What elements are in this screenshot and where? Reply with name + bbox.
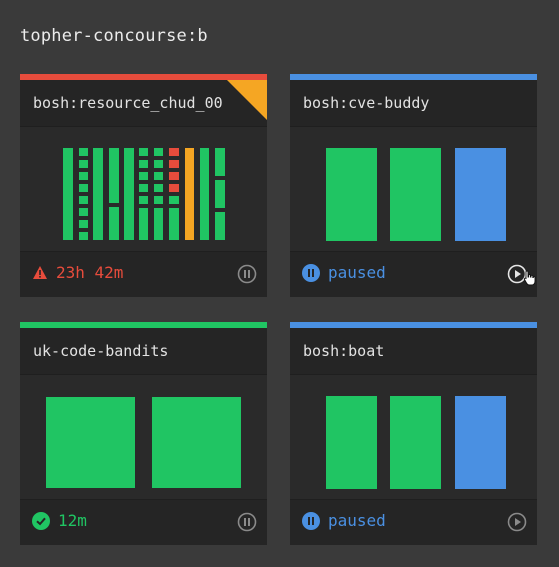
job-block[interactable]	[215, 212, 225, 240]
job-block[interactable]	[152, 397, 241, 488]
warning-icon	[32, 265, 48, 280]
pipeline-status: paused	[302, 263, 386, 282]
pipeline-preview[interactable]	[290, 375, 537, 499]
card-header[interactable]: bosh:boat	[290, 328, 537, 375]
job-block-failed[interactable]	[169, 172, 179, 180]
job-block[interactable]	[79, 172, 88, 180]
pause-pipeline-button[interactable]	[237, 512, 257, 532]
team-name: topher-concourse:b	[20, 26, 208, 46]
job-block[interactable]	[390, 396, 441, 489]
job-block[interactable]	[79, 196, 88, 204]
job-block[interactable]	[124, 148, 134, 240]
play-pipeline-button[interactable]	[507, 512, 527, 532]
job-block[interactable]	[79, 232, 88, 240]
job-block[interactable]	[139, 184, 148, 192]
card-header[interactable]: uk-code-bandits	[20, 328, 267, 375]
status-duration: 23h 42m	[56, 263, 124, 282]
status-text: paused	[328, 263, 386, 282]
job-block[interactable]	[139, 208, 148, 240]
pipeline-name[interactable]: uk-code-bandits	[33, 342, 168, 360]
job-block-failed[interactable]	[169, 148, 179, 156]
job-block-paused[interactable]	[455, 396, 506, 489]
paused-icon	[302, 511, 320, 530]
hand-pointer-icon	[523, 270, 537, 290]
job-block[interactable]	[154, 160, 163, 168]
job-block[interactable]	[139, 172, 148, 180]
job-block[interactable]	[109, 207, 119, 240]
paused-icon	[302, 263, 320, 282]
pipeline-preview[interactable]	[20, 375, 267, 499]
job-block[interactable]	[46, 397, 135, 488]
card-header[interactable]: bosh:cve-buddy	[290, 80, 537, 127]
job-block[interactable]	[154, 208, 163, 240]
pipeline-name[interactable]: bosh:cve-buddy	[303, 94, 429, 112]
pipeline-card-uk-code-bandits[interactable]: uk-code-bandits 12m	[20, 322, 267, 545]
job-block[interactable]	[169, 208, 179, 240]
pipeline-name[interactable]: bosh:resource_chud_00	[33, 94, 223, 112]
check-circle-icon	[32, 511, 50, 530]
job-block-paused[interactable]	[455, 148, 506, 241]
job-block-pending[interactable]	[185, 148, 194, 240]
card-footer: paused	[290, 251, 537, 297]
job-block[interactable]	[139, 148, 148, 156]
pause-icon	[237, 264, 257, 284]
pause-icon	[237, 512, 257, 532]
pipeline-preview[interactable]	[20, 127, 267, 251]
card-footer: 23h 42m	[20, 251, 267, 297]
job-block[interactable]	[169, 196, 179, 204]
pause-pipeline-button[interactable]	[237, 264, 257, 284]
job-block[interactable]	[154, 196, 163, 204]
job-block[interactable]	[154, 172, 163, 180]
status-text: paused	[328, 511, 386, 530]
job-block[interactable]	[390, 148, 441, 241]
job-block[interactable]	[93, 148, 103, 240]
job-block[interactable]	[200, 148, 209, 240]
status-duration: 12m	[58, 511, 87, 530]
job-block[interactable]	[79, 184, 88, 192]
pipeline-status: 23h 42m	[32, 263, 123, 282]
card-footer: paused	[290, 499, 537, 545]
job-block[interactable]	[154, 148, 163, 156]
pipeline-card-cve-buddy[interactable]: bosh:cve-buddy paused	[290, 74, 537, 297]
job-block[interactable]	[79, 160, 88, 168]
job-block[interactable]	[215, 148, 225, 176]
job-block[interactable]	[109, 148, 119, 203]
job-block[interactable]	[326, 396, 377, 489]
job-block[interactable]	[63, 148, 73, 240]
job-block[interactable]	[79, 208, 88, 216]
pipeline-card-boat[interactable]: bosh:boat paused	[290, 322, 537, 545]
job-block[interactable]	[154, 184, 163, 192]
job-block[interactable]	[79, 220, 88, 228]
play-icon	[507, 512, 527, 532]
pipeline-name[interactable]: bosh:boat	[303, 342, 384, 360]
job-block[interactable]	[139, 160, 148, 168]
pipeline-status: paused	[302, 511, 386, 530]
running-indicator	[227, 80, 267, 120]
job-block-failed[interactable]	[169, 184, 179, 192]
job-block[interactable]	[215, 180, 225, 208]
job-block-failed[interactable]	[169, 160, 179, 168]
pipeline-status: 12m	[32, 511, 87, 530]
job-block[interactable]	[326, 148, 377, 241]
pipeline-preview[interactable]	[290, 127, 537, 251]
card-footer: 12m	[20, 499, 267, 545]
job-block[interactable]	[79, 148, 88, 156]
job-block[interactable]	[139, 196, 148, 204]
pipeline-card-resource-chud[interactable]: bosh:resource_chud_00 23h 42m	[20, 74, 267, 297]
